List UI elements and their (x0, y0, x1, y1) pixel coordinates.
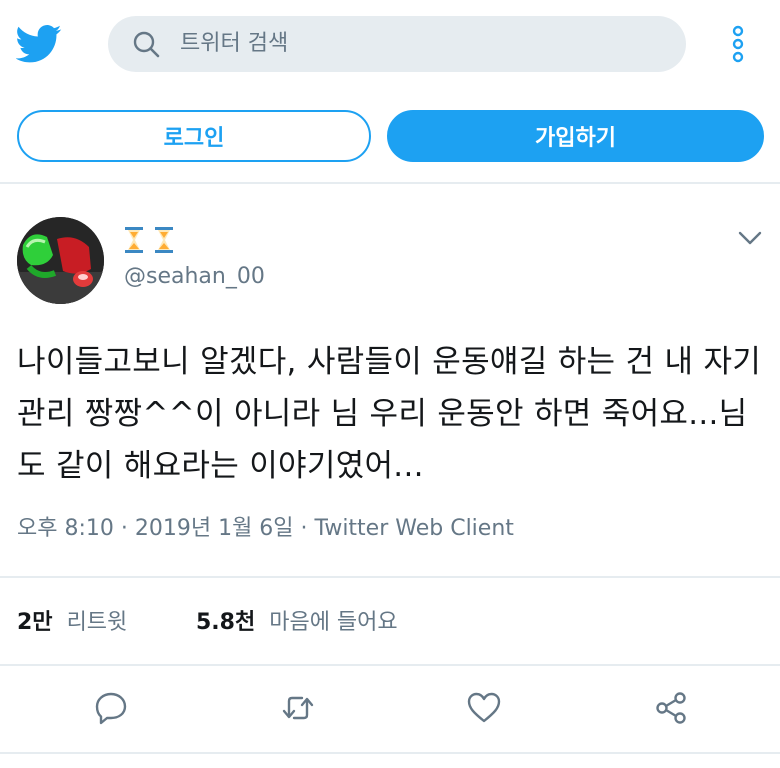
login-button[interactable]: 로그인 (17, 110, 371, 162)
search-placeholder: 트위터 검색 (180, 31, 289, 56)
like-count: 5.8천 (196, 610, 256, 635)
reply-icon[interactable] (93, 690, 129, 726)
hourglass-icon (155, 227, 173, 253)
tweet-text: 나이들고보니 알겠다, 사람들이 운동얘길 하는 건 내 자기관리 짱짱^^이 … (17, 344, 762, 484)
search-bar[interactable]: 트위터 검색 (108, 16, 686, 72)
chevron-down-icon[interactable] (738, 230, 762, 246)
share-icon[interactable] (653, 690, 689, 726)
display-name[interactable] (124, 226, 174, 256)
more-options-icon[interactable] (728, 24, 748, 64)
signup-button[interactable]: 가입하기 (387, 110, 764, 162)
retweet-stat[interactable]: 2만 리트윗 (17, 608, 127, 638)
tweet-actions (0, 666, 780, 754)
tweet-stats: 2만 리트윗 5.8천 마음에 들어요 (0, 576, 780, 666)
twitter-bird-icon[interactable] (16, 24, 62, 64)
auth-bar: 로그인 가입하기 (0, 88, 780, 184)
retweet-count: 2만 (17, 610, 53, 635)
like-icon[interactable] (466, 690, 502, 726)
retweet-icon[interactable] (280, 690, 316, 726)
retweet-label: 리트윗 (66, 610, 128, 635)
tweet-meta: 오후 8:10 · 2019년 1월 6일 · Twitter Web Clie… (17, 516, 514, 541)
like-stat[interactable]: 5.8천 마음에 들어요 (196, 608, 398, 638)
avatar[interactable] (17, 217, 104, 304)
search-icon (133, 31, 160, 58)
user-handle[interactable]: @seahan_00 (124, 262, 265, 292)
top-bar: 트위터 검색 (0, 0, 780, 88)
hourglass-icon (125, 227, 143, 253)
like-label: 마음에 들어요 (269, 610, 398, 635)
avatar-image (17, 217, 104, 304)
